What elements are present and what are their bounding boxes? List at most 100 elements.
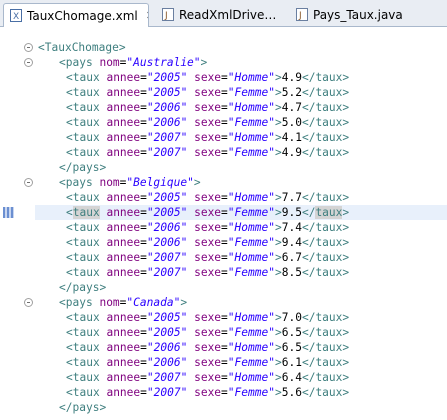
fold-toggle-icon[interactable]	[24, 58, 33, 67]
taux-line: <taux annee="2005" sexe="Femme">5.2</tau…	[35, 85, 447, 100]
equals: =	[140, 266, 147, 279]
tag-bracket: >	[342, 311, 350, 324]
tag-bracket: <	[66, 146, 73, 159]
equals: =	[221, 146, 228, 159]
taux-line: <taux annee="2006" sexe="Femme">6.1</tau…	[35, 355, 447, 370]
fold-toggle-icon[interactable]	[24, 43, 33, 52]
taux-tag-name: taux	[315, 71, 343, 84]
editor-tab-bar: X TauxChomage.xml ✕ J ReadXmlDrive… J Pa…	[0, 0, 447, 27]
equals: =	[140, 236, 147, 249]
taux-line: <taux annee="2005" sexe="Homme">4.9</tau…	[35, 70, 447, 85]
taux-tag-name: taux	[315, 266, 343, 279]
equals: =	[140, 131, 147, 144]
pays-tag-name: pays	[65, 176, 93, 189]
taux-value: 5.2	[281, 86, 302, 99]
quote: "	[146, 386, 154, 399]
taux-tag-name: taux	[315, 371, 343, 384]
fold-toggle-icon[interactable]	[24, 298, 33, 307]
xml-file-icon: X	[10, 9, 22, 22]
tag-bracket: >	[342, 326, 350, 339]
attr-name-annee: annee	[106, 371, 141, 384]
close-tab-icon[interactable]: ✕	[146, 9, 148, 22]
tag-bracket: >	[342, 236, 350, 249]
sexe-value: Homme	[234, 251, 269, 264]
taux-line: <taux annee="2007" sexe="Femme">5.6</tau…	[35, 385, 447, 400]
tag-bracket: >	[274, 191, 282, 204]
sexe-value: Femme	[234, 356, 269, 369]
attr-name-nom: nom	[99, 176, 120, 189]
taux-line: <taux annee="2007" sexe="Homme">4.1</tau…	[35, 130, 447, 145]
tag-bracket: >	[342, 221, 350, 234]
java-class-icon: J	[296, 8, 308, 21]
taux-value: 4.7	[281, 101, 302, 114]
tag-bracket: >	[99, 281, 107, 294]
tab-tauxchomage-xml[interactable]: X TauxChomage.xml ✕	[3, 3, 149, 27]
equals: =	[221, 251, 228, 264]
taux-tag-name: taux	[72, 101, 100, 114]
tag-bracket: </	[301, 371, 316, 384]
taux-line: <taux annee="2005" sexe="Homme">7.7</tau…	[35, 190, 447, 205]
pays-close-line: </pays>	[35, 280, 447, 295]
tab-pays-taux-java[interactable]: J Pays_Taux.java	[290, 3, 420, 26]
annee-value: 2005	[153, 191, 181, 204]
quote: "	[268, 131, 275, 144]
tag-bracket: >	[342, 206, 350, 219]
tag-bracket: </	[301, 236, 316, 249]
tag-bracket: >	[274, 206, 282, 219]
taux-tag-name: taux	[315, 86, 343, 99]
tag-bracket: >	[274, 221, 282, 234]
tag-bracket: <	[59, 176, 66, 189]
tag-bracket: >	[274, 86, 282, 99]
fold-toggle-icon[interactable]	[24, 178, 33, 187]
pays-tag-name: pays	[72, 281, 100, 294]
quote: "	[227, 326, 235, 339]
equals: =	[221, 386, 228, 399]
attr-name-sexe: sexe	[194, 86, 222, 99]
taux-tag-name: taux	[315, 341, 343, 354]
tag-bracket: </	[301, 71, 316, 84]
equals: =	[140, 251, 147, 264]
tag-bracket: >	[342, 191, 350, 204]
tag-bracket: </	[59, 281, 73, 294]
tag-bracket: >	[180, 296, 188, 309]
quote: "	[227, 386, 235, 399]
attr-name-annee: annee	[106, 71, 141, 84]
quote: "	[146, 146, 154, 159]
taux-tag-name: taux	[72, 146, 100, 159]
editor-gutter	[0, 27, 35, 420]
taux-line: <taux annee="2005" sexe="Femme">9.5</tau…	[35, 205, 447, 220]
tag-bracket: <	[66, 341, 73, 354]
equals: =	[221, 131, 228, 144]
taux-line: <taux annee="2006" sexe="Homme">7.4</tau…	[35, 220, 447, 235]
taux-tag-name: taux	[72, 71, 100, 84]
tab-readxmldriver[interactable]: J ReadXmlDrive…	[156, 3, 282, 26]
quote: "	[268, 266, 275, 279]
taux-tag-name: taux	[72, 326, 100, 339]
quote: "	[268, 326, 275, 339]
taux-line: <taux annee="2007" sexe="Femme">4.9</tau…	[35, 145, 447, 160]
tag-bracket: </	[301, 356, 316, 369]
tag-bracket: >	[342, 371, 350, 384]
sexe-value: Homme	[234, 311, 269, 324]
quote: "	[146, 356, 154, 369]
equals: =	[221, 206, 228, 219]
svg-text:X: X	[13, 12, 19, 22]
attr-name-annee: annee	[106, 266, 141, 279]
xml-editor[interactable]: <TauxChomage> <pays nom="Australie"> <taux…	[35, 40, 447, 420]
equals: =	[140, 116, 147, 129]
pays-close-line: </pays>	[35, 400, 447, 415]
taux-value: 9.4	[281, 236, 302, 249]
quote: "	[268, 191, 275, 204]
attr-name-annee: annee	[106, 236, 141, 249]
tag-bracket: >	[342, 341, 350, 354]
sexe-value: Homme	[234, 71, 269, 84]
quote: "	[227, 341, 235, 354]
quote: "	[268, 71, 275, 84]
equals: =	[221, 191, 228, 204]
attr-name-annee: annee	[106, 311, 141, 324]
quote: "	[227, 86, 235, 99]
tag-bracket: <	[66, 131, 73, 144]
pays-open-line: <pays nom="Canada">	[35, 295, 447, 310]
annee-value: 2006	[153, 221, 181, 234]
tag-bracket: >	[274, 266, 282, 279]
